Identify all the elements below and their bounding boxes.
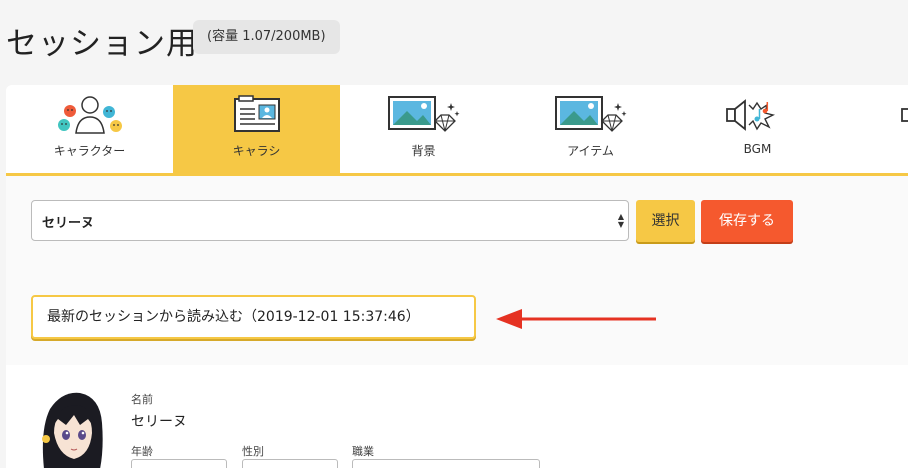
page-header: セッション用 (容量 1.07/200MB) bbox=[0, 0, 908, 80]
tab-label: キャラシ bbox=[232, 144, 281, 158]
characters-icon bbox=[57, 96, 122, 134]
save-button[interactable]: 保存する bbox=[701, 200, 793, 242]
tab-bgm[interactable]: BGM bbox=[674, 85, 841, 173]
select-arrows-icon: ▲ ▼ bbox=[617, 212, 624, 229]
character-select[interactable]: セリーヌ ▲ ▼ bbox=[31, 200, 629, 241]
age-input[interactable] bbox=[131, 459, 227, 468]
job-input[interactable] bbox=[352, 459, 540, 468]
load-latest-session-button[interactable]: 最新のセッションから読み込む（2019-12-01 15:37:46） bbox=[31, 295, 476, 339]
tab-background[interactable]: 背景 bbox=[340, 85, 507, 173]
tab-more[interactable] bbox=[841, 85, 908, 173]
avatar bbox=[42, 392, 103, 468]
selected-value: セリーヌ bbox=[42, 216, 95, 231]
bgm-speaker-icon bbox=[725, 99, 775, 131]
speaker-icon bbox=[901, 108, 908, 122]
item-image-icon bbox=[554, 96, 626, 132]
tab-label: アイテム bbox=[567, 144, 614, 158]
gender-input[interactable] bbox=[242, 459, 338, 468]
tab-characters[interactable]: キャラクター bbox=[6, 85, 173, 173]
age-label: 年齢 bbox=[131, 445, 153, 458]
background-image-icon bbox=[387, 96, 459, 132]
tab-label: キャラクター bbox=[53, 144, 126, 158]
gender-label: 性別 bbox=[242, 445, 264, 458]
tab-character-sheet[interactable]: キャラシ bbox=[173, 85, 340, 173]
select-button[interactable]: 選択 bbox=[636, 200, 695, 242]
character-profile: 名前 セリーヌ 年齢 性別 職業 bbox=[6, 365, 908, 468]
name-value: セリーヌ bbox=[131, 414, 187, 430]
character-sheet-icon bbox=[233, 95, 280, 132]
red-arrow-icon bbox=[496, 309, 656, 329]
tab-label: 背景 bbox=[411, 144, 436, 158]
job-label: 職業 bbox=[352, 445, 374, 458]
tab-bar: キャラクター キャラシ 背景 アイテム BGM bbox=[6, 85, 908, 176]
page-title: セッション用 bbox=[6, 26, 198, 62]
tab-items[interactable]: アイテム bbox=[507, 85, 674, 173]
tab-label: BGM bbox=[743, 142, 772, 156]
name-label: 名前 bbox=[131, 393, 153, 406]
capacity-badge: (容量 1.07/200MB) bbox=[193, 20, 340, 54]
main-panel: キャラクター キャラシ 背景 アイテム BGM セリーヌ ▲ ▼ 選択 保存する… bbox=[6, 85, 908, 468]
